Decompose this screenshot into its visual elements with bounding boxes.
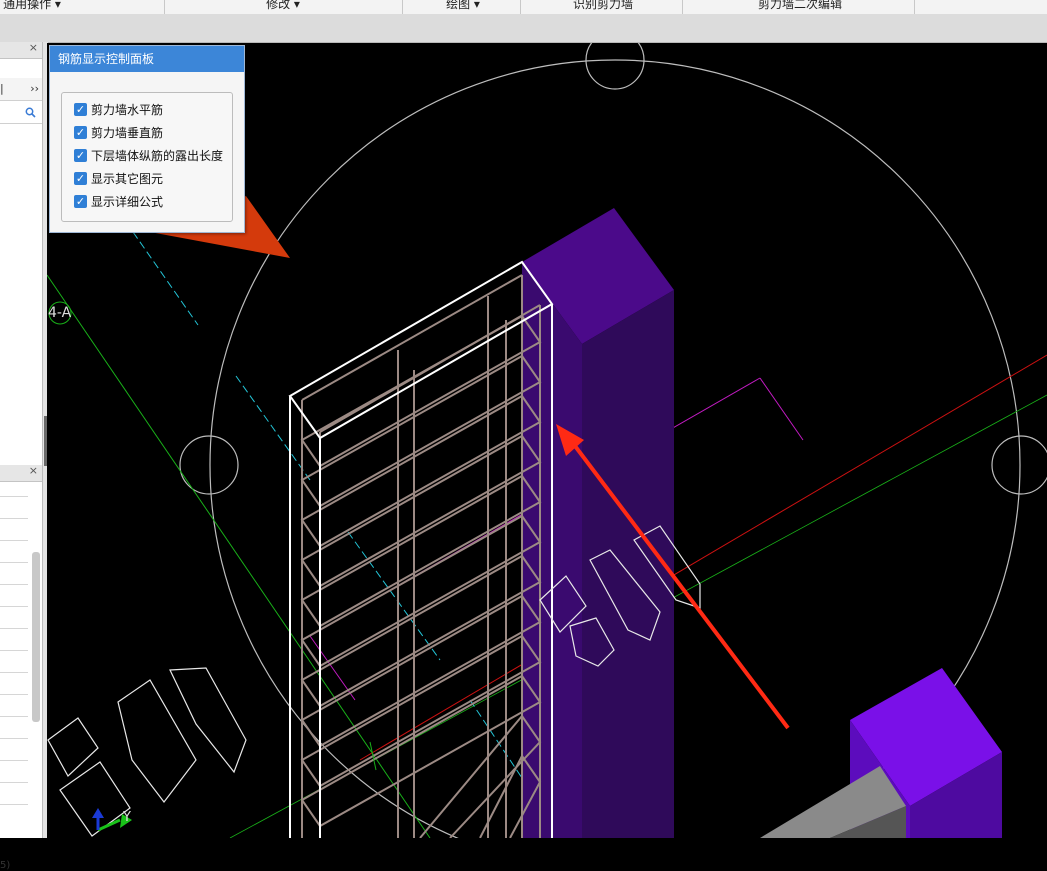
ribbon-group-label: 通用操作: [3, 0, 52, 11]
grid-row[interactable]: [0, 804, 28, 805]
grid-row[interactable]: [0, 584, 28, 585]
checkbox-checked-icon[interactable]: ✓: [74, 103, 87, 116]
ribbon-separator: [682, 0, 683, 14]
more-icon[interactable]: ››: [30, 82, 39, 95]
checkbox-checked-icon[interactable]: ✓: [74, 195, 87, 208]
vertical-scrollbar[interactable]: [32, 552, 40, 722]
left-lower-panel-header: ×: [0, 464, 42, 482]
ribbon-group-label: 剪力墙二次编辑: [757, 0, 842, 11]
coordinate-y-label: Y: [123, 810, 131, 825]
option-wall-vertical-rebar[interactable]: ✓ 剪力墙垂直筋: [74, 124, 163, 142]
grid-row[interactable]: [0, 716, 28, 717]
grid-row[interactable]: [0, 628, 28, 629]
close-icon[interactable]: ×: [29, 464, 38, 477]
rebar-display-control-panel: 钢筋显示控制面板 ✓ 剪力墙水平筋 ✓ 剪力墙垂直筋 ✓ 下层墙体纵筋的露出长度 ✓ 显…: [49, 45, 245, 233]
option-label: 剪力墙水平筋: [91, 103, 164, 117]
ribbon-group-common-ops[interactable]: 通用操作 ▾: [0, 0, 68, 13]
grid-row[interactable]: [0, 606, 28, 607]
grid-row[interactable]: [0, 650, 28, 651]
option-label: 显示其它图元: [91, 172, 164, 186]
option-label: 显示详细公式: [91, 195, 164, 209]
grid-row[interactable]: [0, 672, 28, 673]
options-group: ✓ 剪力墙水平筋 ✓ 剪力墙垂直筋 ✓ 下层墙体纵筋的露出长度 ✓ 显示其它图元 ✓ 显示…: [61, 92, 233, 222]
ribbon-group-draw[interactable]: 绘图 ▾: [440, 0, 486, 13]
checkbox-checked-icon[interactable]: ✓: [74, 149, 87, 162]
grid-row[interactable]: [0, 540, 28, 541]
option-label: 剪力墙垂直筋: [91, 126, 164, 140]
option-lower-wall-exposed-length[interactable]: ✓ 下层墙体纵筋的露出长度: [74, 147, 223, 165]
grid-row[interactable]: [0, 496, 28, 497]
panel-title[interactable]: 钢筋显示控制面板: [50, 46, 244, 72]
ribbon-separator: [164, 0, 165, 14]
ribbon-group-modify[interactable]: 修改 ▾: [260, 0, 306, 13]
grid-row[interactable]: [0, 562, 28, 563]
document-tab-strip: [0, 14, 1047, 43]
ribbon-group-label: 修改: [266, 0, 291, 11]
axis-marker-label: 4-A: [48, 305, 72, 321]
toolbar-label-fragment: |: [0, 82, 4, 95]
option-wall-horizontal-rebar[interactable]: ✓ 剪力墙水平筋: [74, 101, 163, 119]
grid-row[interactable]: [0, 518, 28, 519]
left-panel-toolbar: | ››: [0, 78, 42, 101]
ribbon-separator: [914, 0, 915, 14]
row-fragment-text: 5): [0, 860, 11, 871]
ribbon-group-label: 绘图: [446, 0, 471, 11]
grid-row[interactable]: [0, 760, 28, 761]
ribbon-separator: [402, 0, 403, 14]
close-icon[interactable]: ×: [29, 41, 38, 54]
checkbox-checked-icon[interactable]: ✓: [74, 172, 87, 185]
ribbon-bar: 通用操作 ▾ 修改 ▾ 绘图 ▾ 识别剪力墙 剪力墙二次编辑: [0, 0, 1047, 15]
left-panel-header: ×: [0, 41, 42, 59]
search-icon[interactable]: [25, 107, 36, 118]
option-show-detailed-formula[interactable]: ✓ 显示详细公式: [74, 193, 163, 211]
search-input[interactable]: [0, 103, 42, 124]
checkbox-checked-icon[interactable]: ✓: [74, 126, 87, 139]
grid-row[interactable]: [0, 782, 28, 783]
grid-row[interactable]: [0, 694, 28, 695]
property-grid: [0, 496, 42, 838]
grid-row[interactable]: [0, 738, 28, 739]
ribbon-group-label: 识别剪力墙: [572, 0, 633, 11]
ribbon-separator: [520, 0, 521, 14]
left-side-panel: × | ›› × 5): [0, 41, 42, 871]
ribbon-group-wall-secondary-edit[interactable]: 剪力墙二次编辑: [755, 0, 845, 13]
ribbon-group-identify-wall[interactable]: 识别剪力墙: [570, 0, 636, 13]
option-show-other-elements[interactable]: ✓ 显示其它图元: [74, 170, 163, 188]
option-label: 下层墙体纵筋的露出长度: [91, 149, 224, 163]
concrete-column[interactable]: [522, 208, 674, 838]
